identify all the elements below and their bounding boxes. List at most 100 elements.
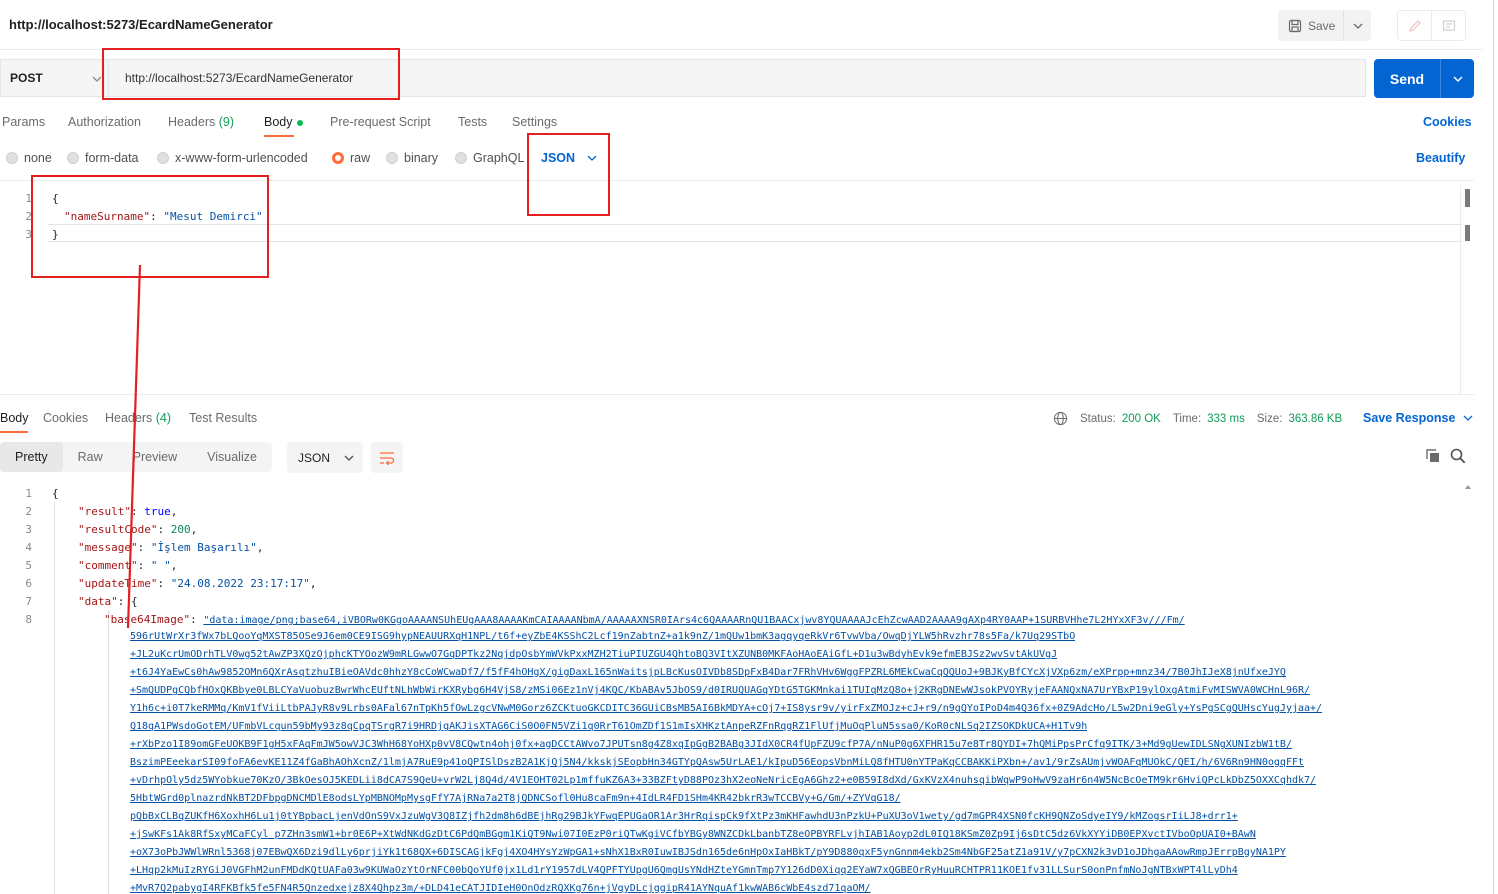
- wrap-lines-button[interactable]: [371, 442, 403, 473]
- status-value[interactable]: 200 OK: [1122, 413, 1161, 425]
- body-indicator-dot: [296, 119, 303, 126]
- base64-line[interactable]: BszimPEeekarSI09foFA6evKE11Z4fGaBhAOhXcn…: [130, 757, 1304, 768]
- view-mode-raw[interactable]: Raw: [63, 442, 118, 472]
- save-button[interactable]: Save: [1278, 10, 1344, 41]
- line-number: 6: [25, 577, 32, 590]
- line-number: 1: [25, 192, 32, 205]
- base64-line[interactable]: 5HbtWGrd0plnazrdNkBT2DFbpgDNCMDlE8odsLYp…: [130, 793, 901, 804]
- globe-icon[interactable]: [1053, 411, 1068, 426]
- base64-line[interactable]: +jSwKFs1Ak8RfSxyMCaFCyl p7ZHn3smW1+br0E6…: [130, 829, 1256, 840]
- base64-line[interactable]: Q18qA1PWsdoGotEM/UFmbVLcqun59bMy93z8qCpq…: [130, 721, 1087, 732]
- body-type-label: raw: [350, 151, 371, 165]
- json-line-message: "message": "İşlem Başarılı",: [78, 541, 264, 554]
- body-type-binary[interactable]: binary: [386, 151, 438, 165]
- chevron-down-icon: [92, 76, 102, 82]
- base64-line[interactable]: +t6J4YaEwCs0hAw9852OMn6QXrAsqtzhuIBieOAV…: [130, 667, 1286, 678]
- wrap-lines-icon: [380, 451, 395, 465]
- pencil-icon: [1408, 19, 1421, 32]
- tab-headers[interactable]: Headers (9): [168, 115, 234, 129]
- save-response-label: Save Response: [1363, 411, 1456, 425]
- base64-line[interactable]: +MvR7Q2pabygI4RFKBfk5fe5FN4R5Qnzedxejz8X…: [130, 883, 871, 894]
- body-type-none[interactable]: none: [6, 151, 52, 165]
- request-title[interactable]: http://localhost:5273/EcardNameGenerator: [9, 17, 273, 32]
- response-tab-cookies[interactable]: Cookies: [43, 411, 88, 425]
- tab-pre-request-script[interactable]: Pre-request Script: [330, 115, 431, 129]
- tab-settings[interactable]: Settings: [512, 115, 557, 129]
- response-format-label: JSON: [298, 450, 331, 465]
- cookies-link[interactable]: Cookies: [1423, 115, 1472, 129]
- tab-body-label: Body: [264, 115, 293, 129]
- json-value: " ": [150, 559, 171, 572]
- json-line-base64image: "base64Image": "data:image/png;base64,iV…: [104, 613, 1185, 626]
- json-value: "24.08.2022 23:17:17": [170, 577, 310, 590]
- base64-value-link[interactable]: "data:image/png;base64,iVBORw0KGgoAAAANS…: [203, 615, 1184, 626]
- response-tab-test-results[interactable]: Test Results: [189, 411, 257, 425]
- comment-icon: [1442, 19, 1455, 31]
- window-scrollbar[interactable]: [1482, 0, 1498, 894]
- view-mode-pretty[interactable]: Pretty: [0, 442, 63, 472]
- base64-line[interactable]: Y1h6c+i0T7keRMMq/KmV1fViiLtbPAJyR8v9Lrbs…: [130, 703, 1322, 714]
- send-options-button[interactable]: [1441, 59, 1474, 98]
- response-format-select[interactable]: JSON: [287, 442, 363, 473]
- body-type-graphql[interactable]: GraphQL: [455, 151, 524, 165]
- annotation-arrow-line: [126, 264, 142, 629]
- copy-icon[interactable]: [1425, 448, 1441, 464]
- view-mode-visualize[interactable]: Visualize: [192, 442, 272, 472]
- scroll-up-arrow-icon[interactable]: [1465, 484, 1471, 490]
- radio-icon: [455, 152, 467, 164]
- method-label: POST: [10, 71, 43, 85]
- send-button-group: Send: [1374, 59, 1474, 98]
- response-scrollbar[interactable]: [1462, 484, 1472, 894]
- base64-line[interactable]: 596rUtWrXr3fWx7bLQooYqMXST85OSe9J6em0CE9…: [130, 631, 1075, 642]
- tab-headers-count: (9): [218, 115, 235, 129]
- chevron-down-icon: [1353, 23, 1362, 29]
- tab-authorization[interactable]: Authorization: [68, 115, 141, 129]
- response-meta: Status: 200 OK Time: 333 ms Size: 363.86…: [1053, 411, 1342, 426]
- base64-line[interactable]: +vDrhpOly5dz5WYobkue70KzO/3BkOesOJ5KEDLi…: [130, 775, 1316, 786]
- base64-line[interactable]: +oX73oPbJWWlWRnl5368j07EBwQX6Dzi9dlLy6pr…: [130, 847, 1286, 858]
- radio-icon: [6, 152, 18, 164]
- status-label: Status:: [1080, 412, 1116, 425]
- tab-body[interactable]: Body: [264, 115, 303, 137]
- send-button[interactable]: Send: [1374, 59, 1441, 98]
- body-type-label: GraphQL: [473, 151, 525, 165]
- line-number: 2: [25, 505, 32, 518]
- search-icon[interactable]: [1450, 448, 1466, 464]
- base64-line[interactable]: +JL2uKcrUmODrhTLV0wg52tAwZP3XQzOjphcKTYO…: [130, 649, 1057, 660]
- radio-selected-icon: [332, 152, 344, 164]
- indent-guide: [54, 502, 55, 894]
- request-header-bar: http://localhost:5273/EcardNameGenerator…: [0, 0, 1482, 50]
- scroll-thumb[interactable]: [1465, 189, 1470, 207]
- base64-line[interactable]: +rXbPzo1I89omGFeUOKB9F1gH5xFAqFmJW5owVJC…: [130, 739, 1292, 750]
- base64-line[interactable]: pQbBxCLBqZUKfH6XoxhH6Lu1j0tYBpbacLjenVdO…: [130, 811, 1238, 822]
- body-type-form-data[interactable]: form-data: [67, 151, 139, 165]
- editor-scrollbar[interactable]: [1460, 185, 1472, 395]
- save-button-group: Save: [1278, 10, 1371, 41]
- chevron-down-icon: [1463, 415, 1473, 421]
- save-options-button[interactable]: [1344, 10, 1371, 41]
- line-number: 8: [25, 613, 32, 626]
- body-type-urlencoded[interactable]: x-www-form-urlencoded: [157, 151, 308, 165]
- line-number: 1: [25, 487, 32, 500]
- body-type-label: x-www-form-urlencoded: [175, 151, 308, 165]
- method-select[interactable]: POST: [0, 59, 108, 97]
- response-tab-body[interactable]: Body: [0, 411, 29, 433]
- tab-params[interactable]: Params: [2, 115, 45, 129]
- line-number: 4: [25, 541, 32, 554]
- edit-button[interactable]: [1397, 10, 1432, 41]
- radio-icon: [157, 152, 169, 164]
- beautify-button[interactable]: Beautify: [1416, 151, 1465, 165]
- annotation-box-request-body: [31, 175, 269, 278]
- base64-line[interactable]: +SmQUDPgCQbfHOxQKBbye0LBLCYaVuobuzBwrWhc…: [130, 685, 1310, 696]
- radio-icon: [67, 152, 79, 164]
- body-type-raw[interactable]: raw: [332, 151, 370, 165]
- line-number: 2: [25, 210, 32, 223]
- comments-button[interactable]: [1431, 10, 1466, 41]
- tab-tests[interactable]: Tests: [458, 115, 487, 129]
- radio-icon: [386, 152, 398, 164]
- save-response-button[interactable]: Save Response: [1363, 411, 1473, 425]
- base64-line[interactable]: +LHqp2kMuIzRYGiJ0VGFhM2unFMDdKQtUAFa03w9…: [130, 865, 1238, 876]
- time-value[interactable]: 333 ms: [1207, 413, 1245, 425]
- body-type-label: none: [24, 151, 52, 165]
- size-value[interactable]: 363.86 KB: [1288, 413, 1342, 425]
